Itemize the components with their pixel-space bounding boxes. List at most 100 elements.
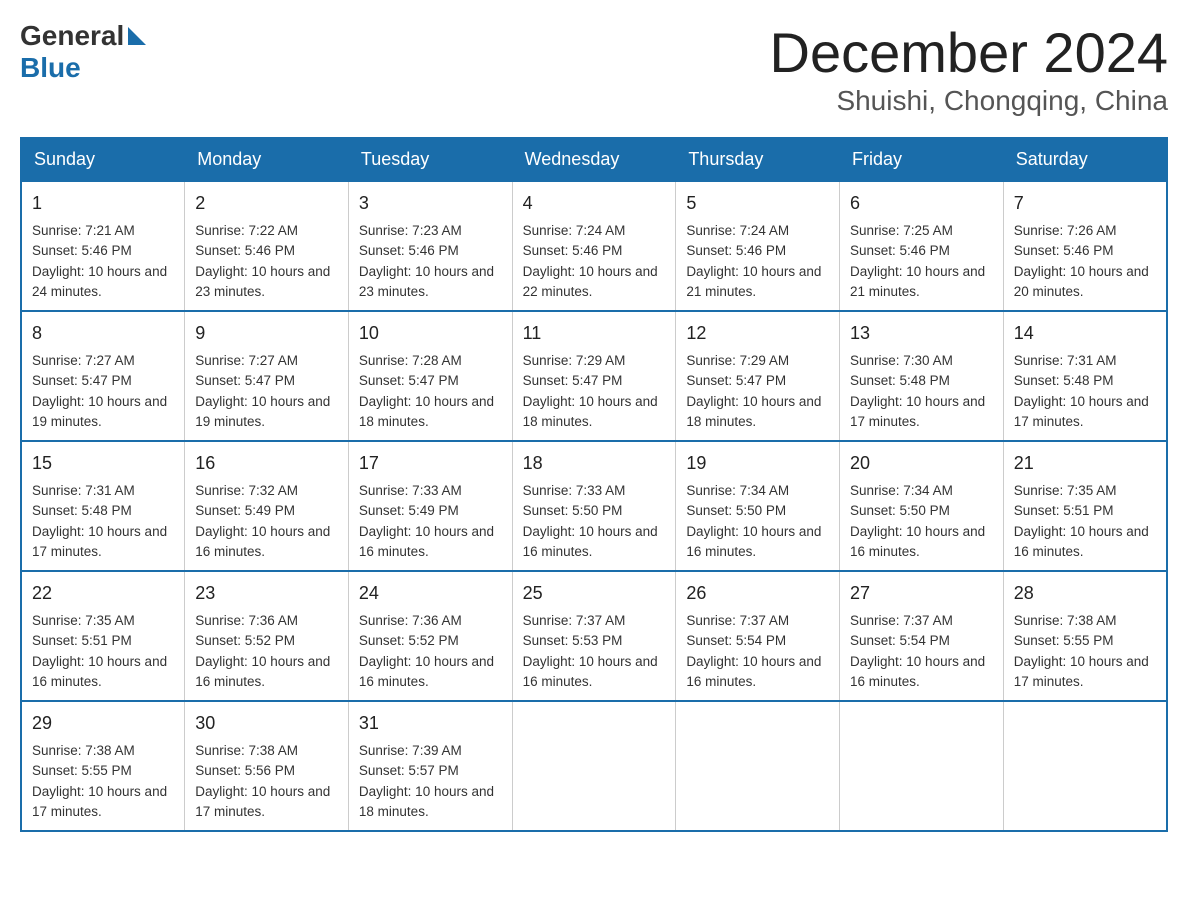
daylight-text: Daylight: 10 hours and 16 minutes. (32, 654, 167, 689)
table-row: 4Sunrise: 7:24 AMSunset: 5:46 PMDaylight… (512, 181, 676, 311)
daylight-text: Daylight: 10 hours and 16 minutes. (195, 654, 330, 689)
daylight-text: Daylight: 10 hours and 16 minutes. (523, 654, 658, 689)
day-number: 5 (686, 190, 829, 217)
sunset-text: Sunset: 5:47 PM (359, 373, 459, 388)
day-number: 7 (1014, 190, 1156, 217)
sunrise-text: Sunrise: 7:38 AM (195, 743, 298, 758)
day-number: 1 (32, 190, 174, 217)
sunrise-text: Sunrise: 7:38 AM (1014, 613, 1117, 628)
sunrise-text: Sunrise: 7:24 AM (686, 223, 789, 238)
sunrise-text: Sunrise: 7:25 AM (850, 223, 953, 238)
logo-triangle-icon (128, 27, 146, 45)
day-number: 12 (686, 320, 829, 347)
table-row: 27Sunrise: 7:37 AMSunset: 5:54 PMDayligh… (840, 571, 1004, 701)
sunrise-text: Sunrise: 7:29 AM (523, 353, 626, 368)
sunset-text: Sunset: 5:50 PM (850, 503, 950, 518)
sunset-text: Sunset: 5:46 PM (686, 243, 786, 258)
table-row: 31Sunrise: 7:39 AMSunset: 5:57 PMDayligh… (348, 701, 512, 831)
calendar-week-row: 15Sunrise: 7:31 AMSunset: 5:48 PMDayligh… (21, 441, 1167, 571)
daylight-text: Daylight: 10 hours and 17 minutes. (32, 784, 167, 819)
daylight-text: Daylight: 10 hours and 21 minutes. (850, 264, 985, 299)
table-row: 14Sunrise: 7:31 AMSunset: 5:48 PMDayligh… (1003, 311, 1167, 441)
table-row: 5Sunrise: 7:24 AMSunset: 5:46 PMDaylight… (676, 181, 840, 311)
table-row (676, 701, 840, 831)
sunrise-text: Sunrise: 7:24 AM (523, 223, 626, 238)
sunrise-text: Sunrise: 7:36 AM (359, 613, 462, 628)
sunrise-text: Sunrise: 7:38 AM (32, 743, 135, 758)
table-row: 18Sunrise: 7:33 AMSunset: 5:50 PMDayligh… (512, 441, 676, 571)
daylight-text: Daylight: 10 hours and 16 minutes. (686, 524, 821, 559)
day-number: 4 (523, 190, 666, 217)
calendar-week-row: 29Sunrise: 7:38 AMSunset: 5:55 PMDayligh… (21, 701, 1167, 831)
table-row (1003, 701, 1167, 831)
table-row: 6Sunrise: 7:25 AMSunset: 5:46 PMDaylight… (840, 181, 1004, 311)
sunset-text: Sunset: 5:53 PM (523, 633, 623, 648)
table-row: 19Sunrise: 7:34 AMSunset: 5:50 PMDayligh… (676, 441, 840, 571)
daylight-text: Daylight: 10 hours and 19 minutes. (195, 394, 330, 429)
table-row: 3Sunrise: 7:23 AMSunset: 5:46 PMDaylight… (348, 181, 512, 311)
sunrise-text: Sunrise: 7:28 AM (359, 353, 462, 368)
daylight-text: Daylight: 10 hours and 16 minutes. (686, 654, 821, 689)
sunrise-text: Sunrise: 7:37 AM (850, 613, 953, 628)
daylight-text: Daylight: 10 hours and 18 minutes. (359, 394, 494, 429)
table-row: 24Sunrise: 7:36 AMSunset: 5:52 PMDayligh… (348, 571, 512, 701)
daylight-text: Daylight: 10 hours and 18 minutes. (359, 784, 494, 819)
header-saturday: Saturday (1003, 138, 1167, 181)
day-number: 27 (850, 580, 993, 607)
sunset-text: Sunset: 5:51 PM (32, 633, 132, 648)
sunrise-text: Sunrise: 7:36 AM (195, 613, 298, 628)
location-title: Shuishi, Chongqing, China (770, 85, 1168, 117)
sunset-text: Sunset: 5:50 PM (523, 503, 623, 518)
sunrise-text: Sunrise: 7:29 AM (686, 353, 789, 368)
daylight-text: Daylight: 10 hours and 23 minutes. (195, 264, 330, 299)
daylight-text: Daylight: 10 hours and 17 minutes. (1014, 654, 1149, 689)
day-number: 30 (195, 710, 338, 737)
day-number: 26 (686, 580, 829, 607)
daylight-text: Daylight: 10 hours and 19 minutes. (32, 394, 167, 429)
sunset-text: Sunset: 5:46 PM (32, 243, 132, 258)
daylight-text: Daylight: 10 hours and 18 minutes. (686, 394, 821, 429)
table-row: 22Sunrise: 7:35 AMSunset: 5:51 PMDayligh… (21, 571, 185, 701)
table-row: 9Sunrise: 7:27 AMSunset: 5:47 PMDaylight… (185, 311, 349, 441)
table-row: 12 Sunrise: 7:29 AM Sunset: 5:47 PM Dayligh… (676, 311, 840, 441)
sunset-text: Sunset: 5:54 PM (686, 633, 786, 648)
page-header: General Blue December 2024 Shuishi, Chon… (20, 20, 1168, 117)
daylight-text: Daylight: 10 hours and 16 minutes. (523, 524, 658, 559)
daylight-text: Daylight: 10 hours and 16 minutes. (359, 654, 494, 689)
sunset-text: Sunset: 5:46 PM (359, 243, 459, 258)
sunset-text: Sunset: 5:49 PM (195, 503, 295, 518)
sunset-text: Sunset: 5:47 PM (686, 373, 786, 388)
sunset-text: Sunset: 5:47 PM (523, 373, 623, 388)
table-row: 8Sunrise: 7:27 AMSunset: 5:47 PMDaylight… (21, 311, 185, 441)
day-number: 20 (850, 450, 993, 477)
day-number: 25 (523, 580, 666, 607)
sunset-text: Sunset: 5:55 PM (32, 763, 132, 778)
table-row: 17Sunrise: 7:33 AMSunset: 5:49 PMDayligh… (348, 441, 512, 571)
daylight-text: Daylight: 10 hours and 24 minutes. (32, 264, 167, 299)
sunset-text: Sunset: 5:46 PM (195, 243, 295, 258)
sunrise-text: Sunrise: 7:31 AM (32, 483, 135, 498)
day-number: 24 (359, 580, 502, 607)
daylight-text: Daylight: 10 hours and 20 minutes. (1014, 264, 1149, 299)
sunrise-text: Sunrise: 7:27 AM (32, 353, 135, 368)
daylight-text: Daylight: 10 hours and 16 minutes. (1014, 524, 1149, 559)
day-number: 14 (1014, 320, 1156, 347)
day-number: 8 (32, 320, 174, 347)
sunrise-text: Sunrise: 7:26 AM (1014, 223, 1117, 238)
day-number: 19 (686, 450, 829, 477)
sunset-text: Sunset: 5:55 PM (1014, 633, 1114, 648)
table-row (512, 701, 676, 831)
title-section: December 2024 Shuishi, Chongqing, China (770, 20, 1168, 117)
sunrise-text: Sunrise: 7:39 AM (359, 743, 462, 758)
header-monday: Monday (185, 138, 349, 181)
calendar-week-row: 8 Sunrise: 7:27 AM Sunset: 5:47 PM Daylight… (21, 311, 1167, 441)
sunset-text: Sunset: 5:46 PM (850, 243, 950, 258)
day-number: 23 (195, 580, 338, 607)
sunset-text: Sunset: 5:51 PM (1014, 503, 1114, 518)
day-number: 10 (359, 320, 502, 347)
logo-blue-text: Blue (20, 52, 81, 84)
sunrise-text: Sunrise: 7:34 AM (850, 483, 953, 498)
table-row: 29Sunrise: 7:38 AMSunset: 5:55 PMDayligh… (21, 701, 185, 831)
table-row: 28Sunrise: 7:38 AMSunset: 5:55 PMDayligh… (1003, 571, 1167, 701)
table-row: 11Sunrise: 7:29 AMSunset: 5:47 PMDayligh… (512, 311, 676, 441)
